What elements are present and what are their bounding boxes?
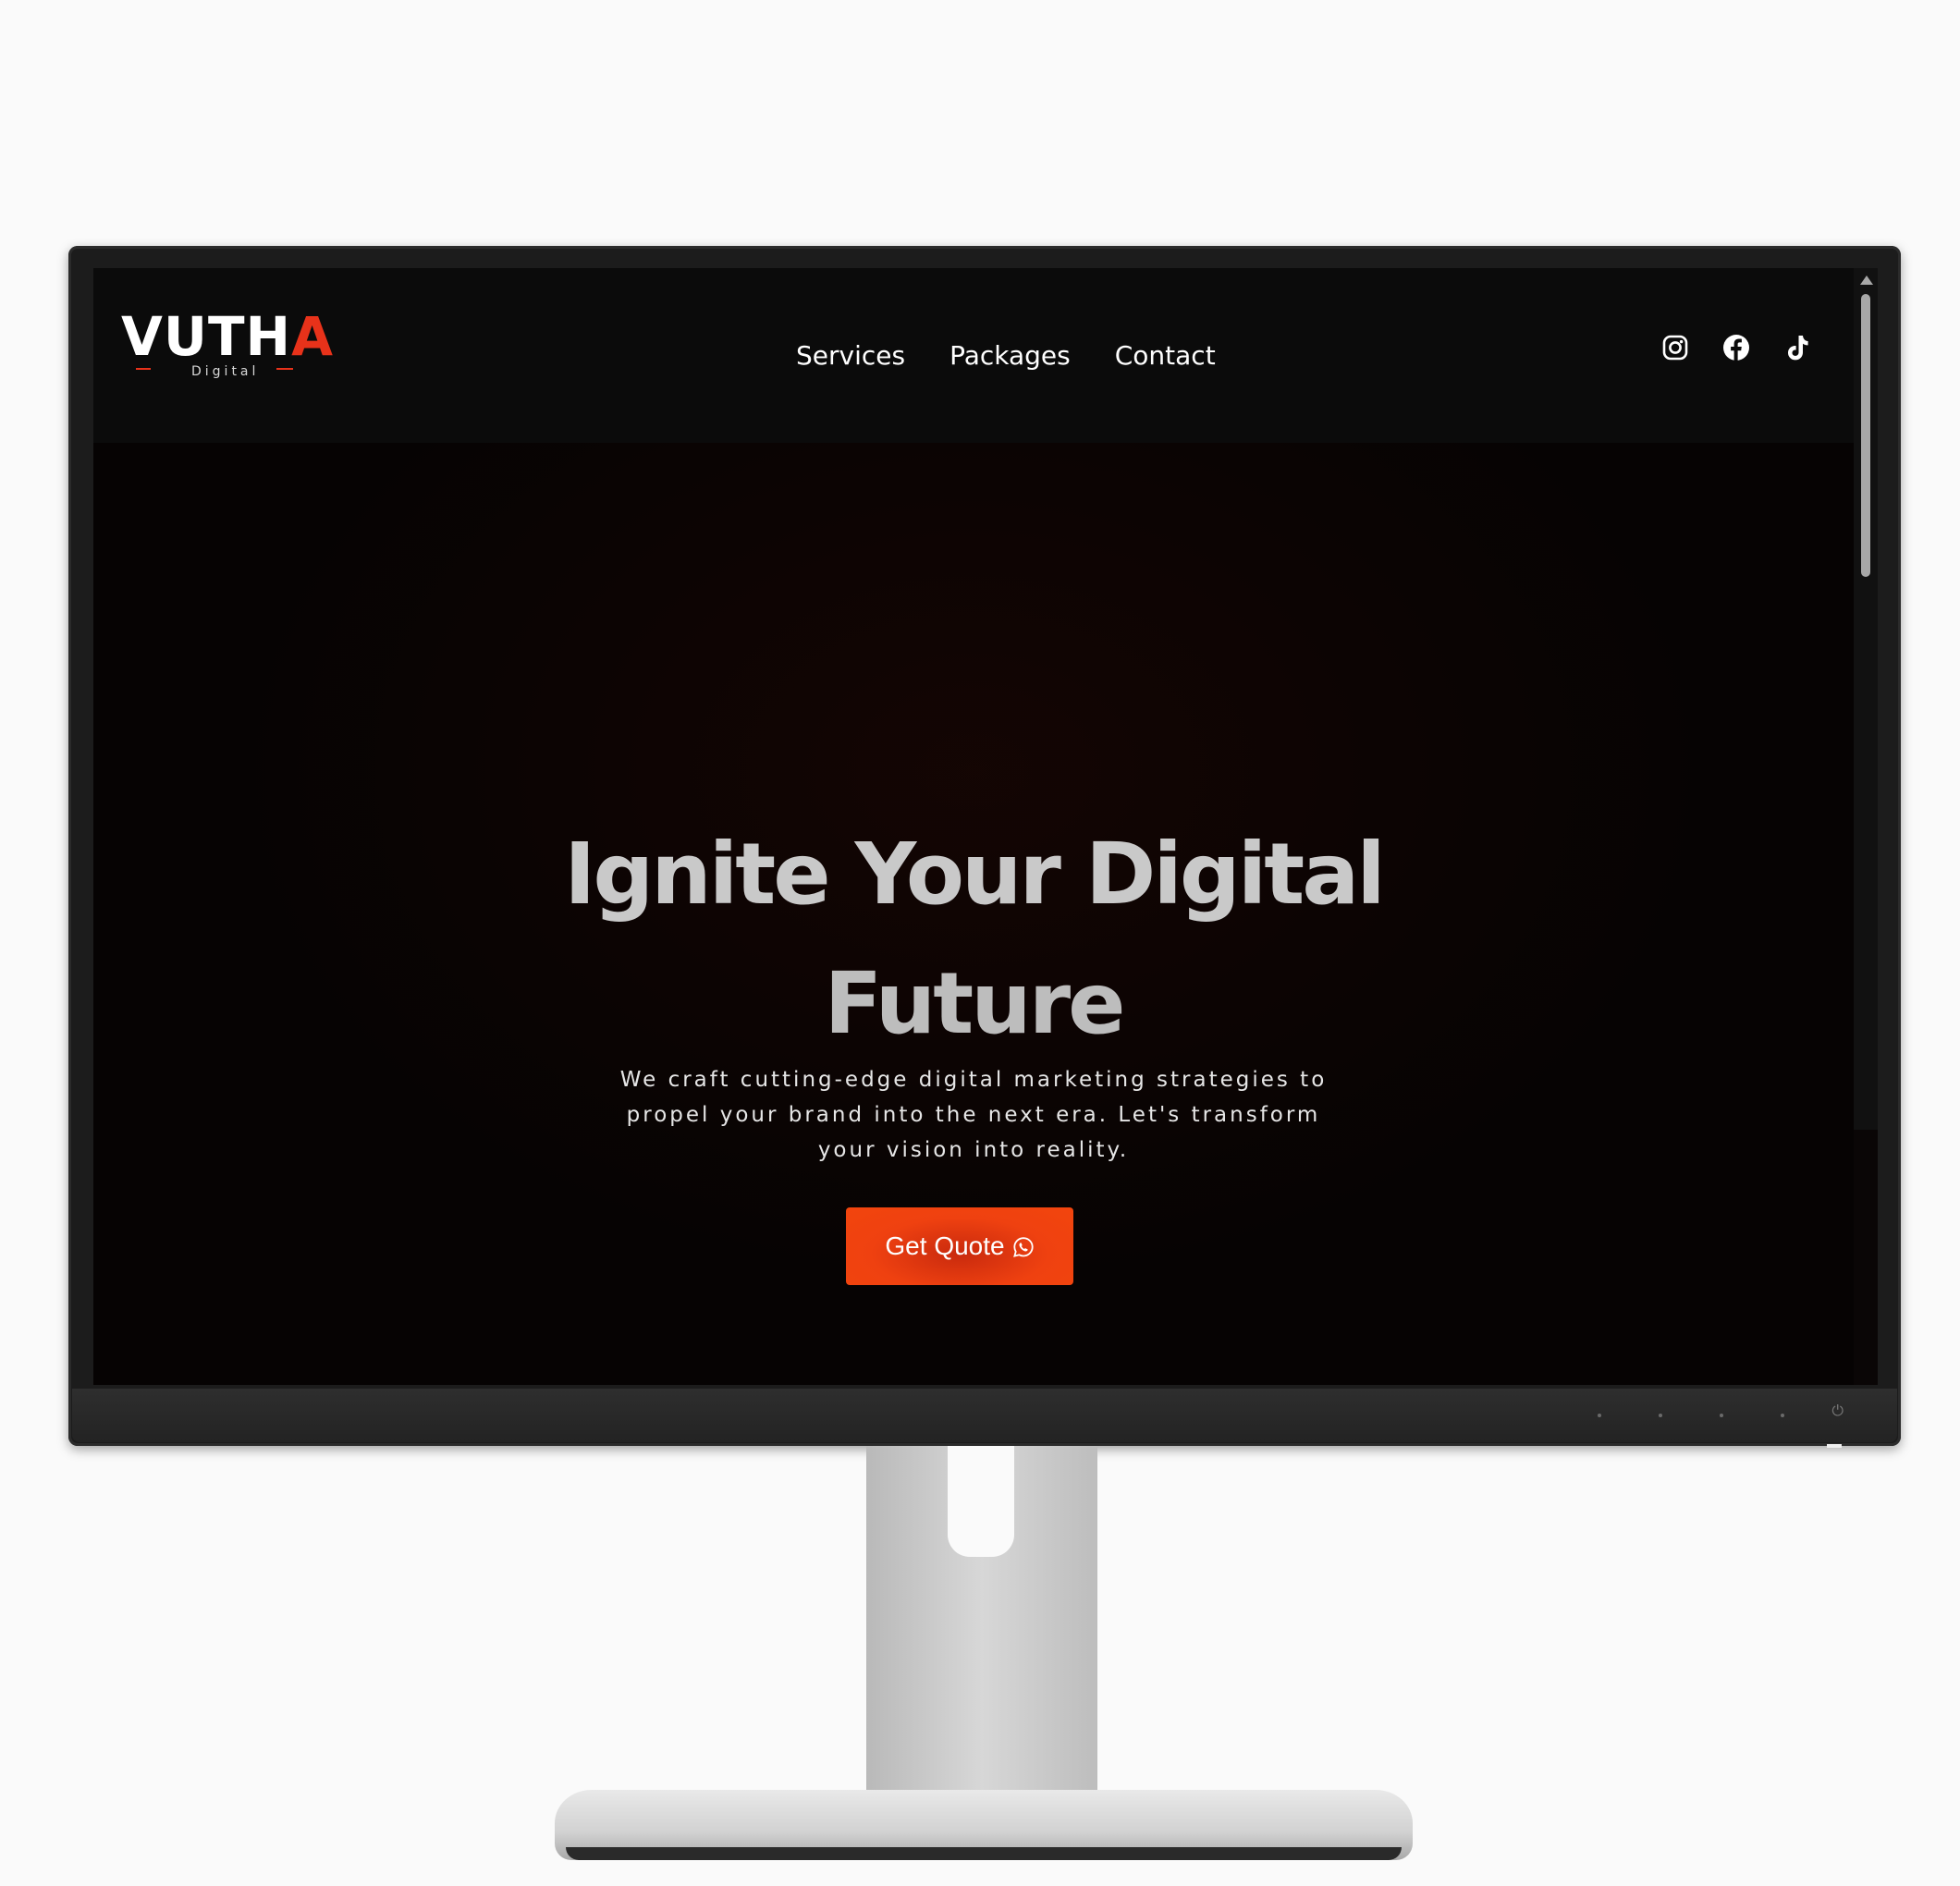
main-nav: Services Packages Contact (796, 340, 1216, 372)
monitor-button (1781, 1414, 1784, 1417)
hero-subtitle: We craft cutting-edge digital marketing … (619, 1068, 1328, 1162)
monitor-bottom-bezel: ⏻ (72, 1389, 1897, 1448)
logo[interactable]: VUTHA Digital (121, 305, 333, 381)
hero-title-line-1: Ignite Your Digital (564, 824, 1386, 924)
scrollbar[interactable] (1854, 268, 1878, 1130)
tiktok-icon[interactable] (1783, 333, 1811, 362)
website: VUTHA Digital Services Packages Contact (93, 268, 1854, 1385)
logo-decor-line (276, 368, 293, 370)
monitor-button (1720, 1414, 1723, 1417)
nav-link-packages[interactable]: Packages (949, 340, 1071, 372)
instagram-icon[interactable] (1661, 333, 1689, 362)
power-icon: ⏻ (1831, 1402, 1844, 1419)
get-quote-button[interactable]: Get Quote (846, 1207, 1073, 1285)
monitor-stand-neck (866, 1446, 1097, 1795)
monitor-button (1598, 1414, 1601, 1417)
social-links (1661, 333, 1811, 362)
hero-title-line-2: Future (824, 953, 1125, 1053)
nav-link-services[interactable]: Services (796, 340, 905, 372)
monitor-stand-base-edge (566, 1847, 1402, 1860)
power-led (1827, 1444, 1842, 1448)
facebook-icon[interactable] (1722, 333, 1750, 362)
monitor-screen: VUTHA Digital Services Packages Contact (93, 268, 1878, 1385)
scroll-up-arrow-icon[interactable] (1860, 276, 1873, 285)
nav-link-contact[interactable]: Contact (1115, 340, 1216, 372)
cable-hole (948, 1446, 1014, 1557)
logo-subtitle: Digital (191, 364, 260, 379)
site-header: VUTHA Digital Services Packages Contact (93, 268, 1854, 443)
scene: ⏻ VUTHA Digital Services Packages Contac… (0, 0, 1960, 1886)
scrollbar-thumb[interactable] (1861, 294, 1870, 577)
screen-edge (1854, 1130, 1878, 1385)
get-quote-label: Get Quote (885, 1231, 1005, 1260)
logo-word: VUTH (121, 305, 292, 368)
logo-wordmark: VUTHA (121, 305, 333, 368)
logo-accent-letter: A (291, 305, 334, 368)
monitor-button (1659, 1414, 1662, 1417)
whatsapp-icon (1012, 1235, 1035, 1257)
logo-decor-line (136, 368, 151, 370)
